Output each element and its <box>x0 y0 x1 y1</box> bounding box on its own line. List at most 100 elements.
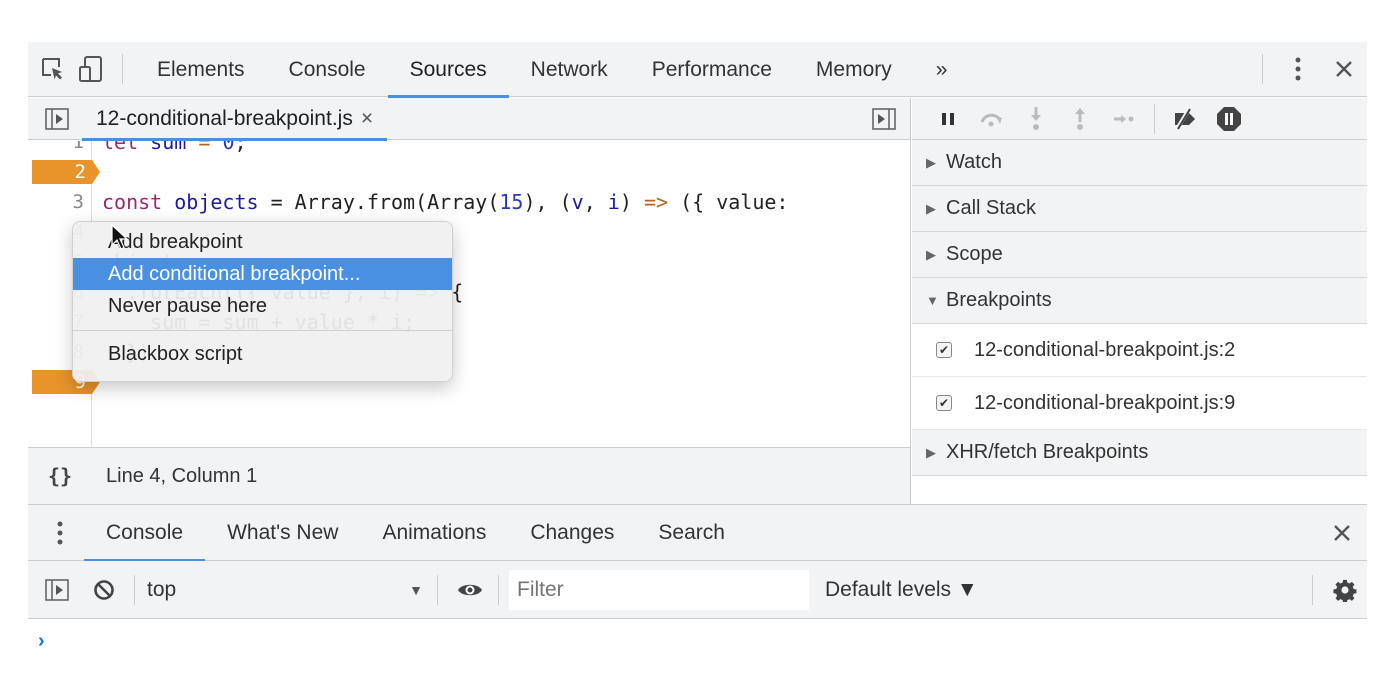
section-label: Watch <box>946 151 1002 173</box>
code-token: const <box>102 190 163 214</box>
drawer-tab-changes[interactable]: Changes <box>508 505 636 561</box>
collapse-arrow-icon: ▼ <box>926 293 939 308</box>
pretty-print-icon[interactable]: {} <box>28 464 92 488</box>
debugger-pane: ▶ Watch ▶ Call Stack ▶ Scope ▼ Breakpoints ✔… <box>912 98 1367 504</box>
console-settings-gear-icon[interactable] <box>1323 561 1367 619</box>
pause-on-exceptions-icon[interactable] <box>1207 98 1251 140</box>
close-devtools-icon[interactable] <box>1321 42 1367 97</box>
code-token: ) <box>619 190 644 214</box>
menu-item-add-conditional-breakpoint[interactable]: Add conditional breakpoint... <box>73 258 452 290</box>
call-stack-section-header[interactable]: ▶ Call Stack <box>912 186 1367 232</box>
tab-memory[interactable]: Memory <box>794 42 914 97</box>
divider <box>498 574 499 605</box>
code-line[interactable]: 2 <box>28 157 910 187</box>
breakpoint-item[interactable]: ✔ 12-conditional-breakpoint.js:9 <box>912 377 1367 430</box>
file-tab[interactable]: 12-conditional-breakpoint.js × <box>82 98 388 141</box>
code-token: 0 <box>222 141 235 154</box>
expand-arrow-icon: ▶ <box>926 200 936 216</box>
breakpoint-label: 12-conditional-breakpoint.js:2 <box>974 338 1236 361</box>
tab-sources[interactable]: Sources <box>387 42 509 98</box>
watch-section-header[interactable]: ▶ Watch <box>912 140 1367 186</box>
context-value: top <box>147 577 177 601</box>
divider <box>1312 574 1313 605</box>
drawer-tab-search[interactable]: Search <box>636 505 747 561</box>
xhr-breakpoints-section-header[interactable]: ▶ XHR/fetch Breakpoints <box>912 430 1367 476</box>
drawer-tab-console[interactable]: Console <box>84 505 206 562</box>
breakpoint-checkbox[interactable]: ✔ <box>936 395 952 411</box>
clear-console-icon[interactable] <box>86 561 122 619</box>
drawer-tab-what-s-new[interactable]: What's New <box>205 505 360 561</box>
step-into-icon[interactable] <box>1014 98 1058 140</box>
code-token: v <box>571 190 584 214</box>
more-options-icon[interactable] <box>1275 42 1321 97</box>
tab-network[interactable]: Network <box>509 42 630 97</box>
breakpoints-section-header[interactable]: ▼ Breakpoints <box>912 278 1367 324</box>
code-line[interactable]: 1 let sum = 0; <box>28 141 910 157</box>
expand-arrow-icon: ▶ <box>926 444 936 460</box>
mouse-cursor-icon <box>111 224 129 250</box>
close-drawer-icon[interactable] <box>1317 505 1367 561</box>
section-label: Scope <box>946 243 1003 265</box>
devtools-window: Elements Console Sources Network Performance… <box>28 42 1367 688</box>
menu-separator <box>73 330 452 331</box>
menu-item-add-breakpoint[interactable]: Add breakpoint <box>73 226 452 258</box>
code-line[interactable]: 3 const objects = Array.from(Array(15), (… <box>28 187 910 217</box>
code-text: const objects = Array.from(Array(15), (v… <box>102 187 788 217</box>
line-number[interactable]: 1 <box>28 141 84 157</box>
expand-arrow-icon: ▶ <box>926 154 936 170</box>
close-file-tab-icon[interactable]: × <box>361 107 373 130</box>
console-filter-input[interactable] <box>509 569 809 610</box>
code-token: i <box>607 190 620 214</box>
inspect-element-icon[interactable] <box>34 42 72 97</box>
menu-item-blackbox-script[interactable]: Blackbox script <box>73 338 452 370</box>
step-over-icon[interactable] <box>970 98 1014 140</box>
more-tabs-button[interactable]: » <box>914 42 970 97</box>
divider <box>1154 103 1155 134</box>
line-number[interactable]: 3 <box>28 187 84 217</box>
drawer-tabs: Console What's New Animations Changes Search <box>84 505 747 562</box>
tab-performance[interactable]: Performance <box>630 42 794 97</box>
code-token: objects <box>174 190 259 214</box>
editor-status-bar: {} Line 4, Column 1 <box>28 447 910 504</box>
step-icon[interactable] <box>1102 98 1146 140</box>
live-expression-eye-icon[interactable] <box>448 561 492 619</box>
menu-item-never-pause-here[interactable]: Never pause here <box>73 290 452 322</box>
breakpoint-checkbox[interactable]: ✔ <box>936 342 952 358</box>
expand-arrow-icon: ▶ <box>926 246 936 262</box>
toggle-navigator-icon[interactable] <box>32 98 82 140</box>
drawer-menu-icon[interactable] <box>28 505 92 561</box>
code-token: ({ value: <box>668 190 789 214</box>
scope-section-header[interactable]: ▶ Scope <box>912 232 1367 278</box>
divider <box>134 574 135 605</box>
file-tab-label: 12-conditional-breakpoint.js <box>96 106 353 130</box>
console-sidebar-icon[interactable] <box>28 561 86 619</box>
step-out-icon[interactable] <box>1058 98 1102 140</box>
code-token: let <box>102 141 139 154</box>
context-selector[interactable]: top ▼ <box>147 578 437 602</box>
code-token: = Array.from(Array( <box>258 190 500 214</box>
deactivate-breakpoints-icon[interactable] <box>1163 98 1207 140</box>
divider <box>122 54 123 84</box>
section-label: Breakpoints <box>946 289 1052 311</box>
tab-elements[interactable]: Elements <box>135 42 267 97</box>
drawer-tab-animations[interactable]: Animations <box>360 505 508 561</box>
drawer-tabbar: Console What's New Animations Changes Search <box>28 504 1367 562</box>
log-levels-dropdown[interactable]: Default levels ▼ <box>825 578 978 602</box>
cursor-position: Line 4, Column 1 <box>106 464 258 487</box>
code-text: let sum = 0; <box>102 141 247 157</box>
file-tabs: 12-conditional-breakpoint.js × <box>28 98 910 141</box>
main-toolbar: Elements Console Sources Network Performance… <box>28 42 1367 98</box>
breakpoint-marker[interactable]: 2 <box>32 160 100 184</box>
breakpoint-label: 12-conditional-breakpoint.js:9 <box>974 391 1236 414</box>
code-token: => <box>643 190 669 214</box>
console-output[interactable]: › <box>28 620 1367 688</box>
breakpoint-item[interactable]: ✔ 12-conditional-breakpoint.js:2 <box>912 324 1367 377</box>
divider <box>437 574 438 605</box>
toggle-debugger-icon[interactable] <box>864 98 904 140</box>
tab-console[interactable]: Console <box>267 42 388 97</box>
device-toolbar-icon[interactable] <box>72 42 110 97</box>
pause-icon[interactable] <box>926 98 970 140</box>
